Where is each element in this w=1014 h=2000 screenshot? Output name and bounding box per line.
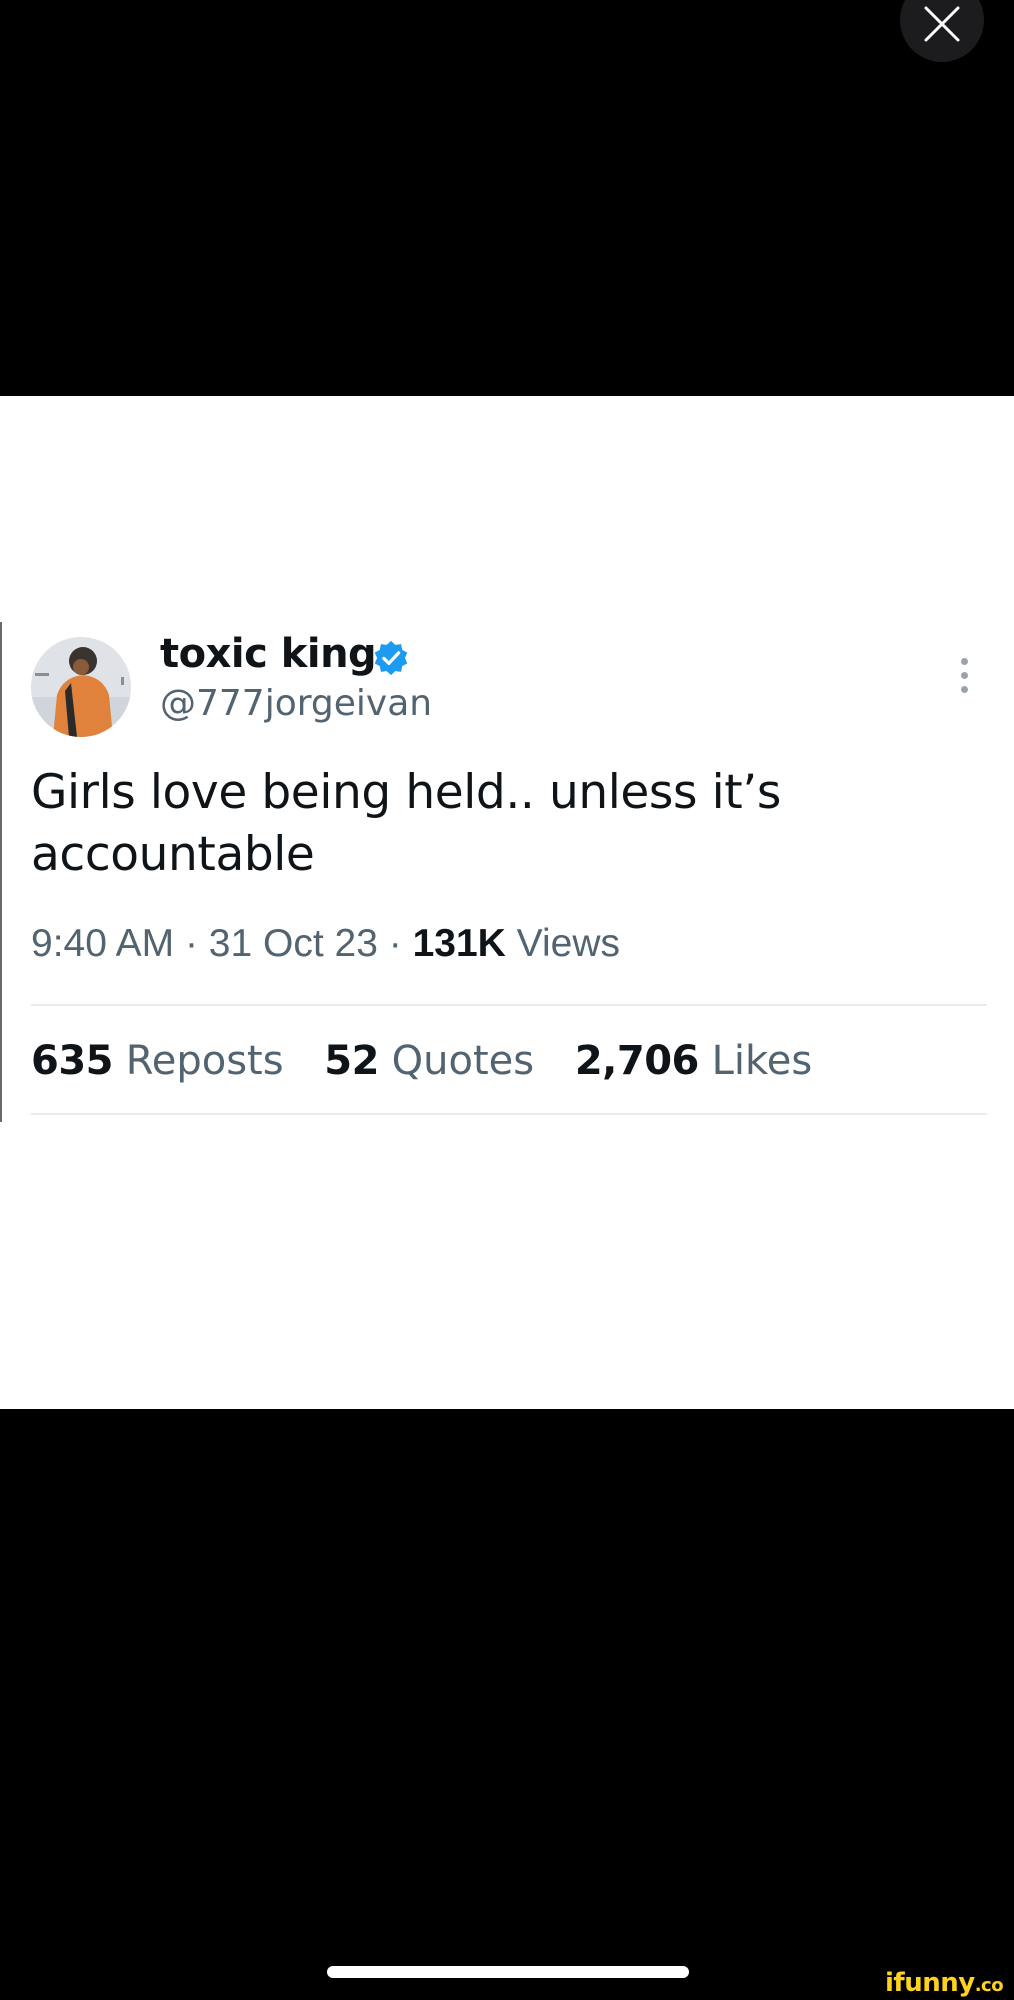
engagement-stats: 635 Reposts 52 Quotes 2,706 Likes <box>31 1036 840 1086</box>
tweet-text: Girls love being held.. unless it’s acco… <box>31 765 781 882</box>
verified-badge-icon <box>374 640 408 676</box>
reposts-label: Reposts <box>125 1038 284 1084</box>
tweet-time: 9:40 AM <box>31 922 175 965</box>
quotes-count: 52 <box>324 1038 379 1084</box>
watermark-tld: .co <box>974 1975 1004 1996</box>
quotes-label: Quotes <box>391 1038 535 1084</box>
likes-stat[interactable]: 2,706 Likes <box>575 1036 812 1086</box>
meta-separator: · <box>388 922 402 965</box>
likes-count: 2,706 <box>574 1038 700 1084</box>
tweet-date: 31 Oct 23 <box>208 922 378 965</box>
avatar-photo <box>31 637 131 737</box>
close-icon <box>924 6 960 42</box>
meta-separator: · <box>184 922 198 965</box>
likes-label: Likes <box>711 1038 813 1084</box>
more-options-button[interactable] <box>954 658 974 704</box>
close-button[interactable] <box>900 0 984 62</box>
card-edge-line <box>0 622 2 1122</box>
watermark-brand: ifunny <box>885 1968 975 1998</box>
display-name[interactable]: toxic king <box>160 630 377 678</box>
views-label: Views <box>516 922 620 965</box>
more-vertical-icon <box>954 658 974 693</box>
quotes-stat[interactable]: 52 Quotes <box>324 1036 534 1086</box>
divider-bottom <box>31 1113 987 1115</box>
avatar[interactable] <box>31 637 131 737</box>
reposts-stat[interactable]: 635 Reposts <box>31 1036 284 1086</box>
user-handle[interactable]: @777jorgeivan <box>160 682 432 726</box>
ifunny-watermark: ifunny.co <box>885 1968 1004 1998</box>
home-indicator[interactable] <box>327 1966 689 1978</box>
reposts-count: 635 <box>31 1038 114 1084</box>
views-count: 131K <box>412 922 506 965</box>
divider-top <box>31 1004 987 1006</box>
tweet-card: toxic king @777jorgeivan Girls love bein… <box>0 396 1014 1409</box>
tweet-meta: 9:40 AM · 31 Oct 23 · 131K Views <box>31 920 620 968</box>
